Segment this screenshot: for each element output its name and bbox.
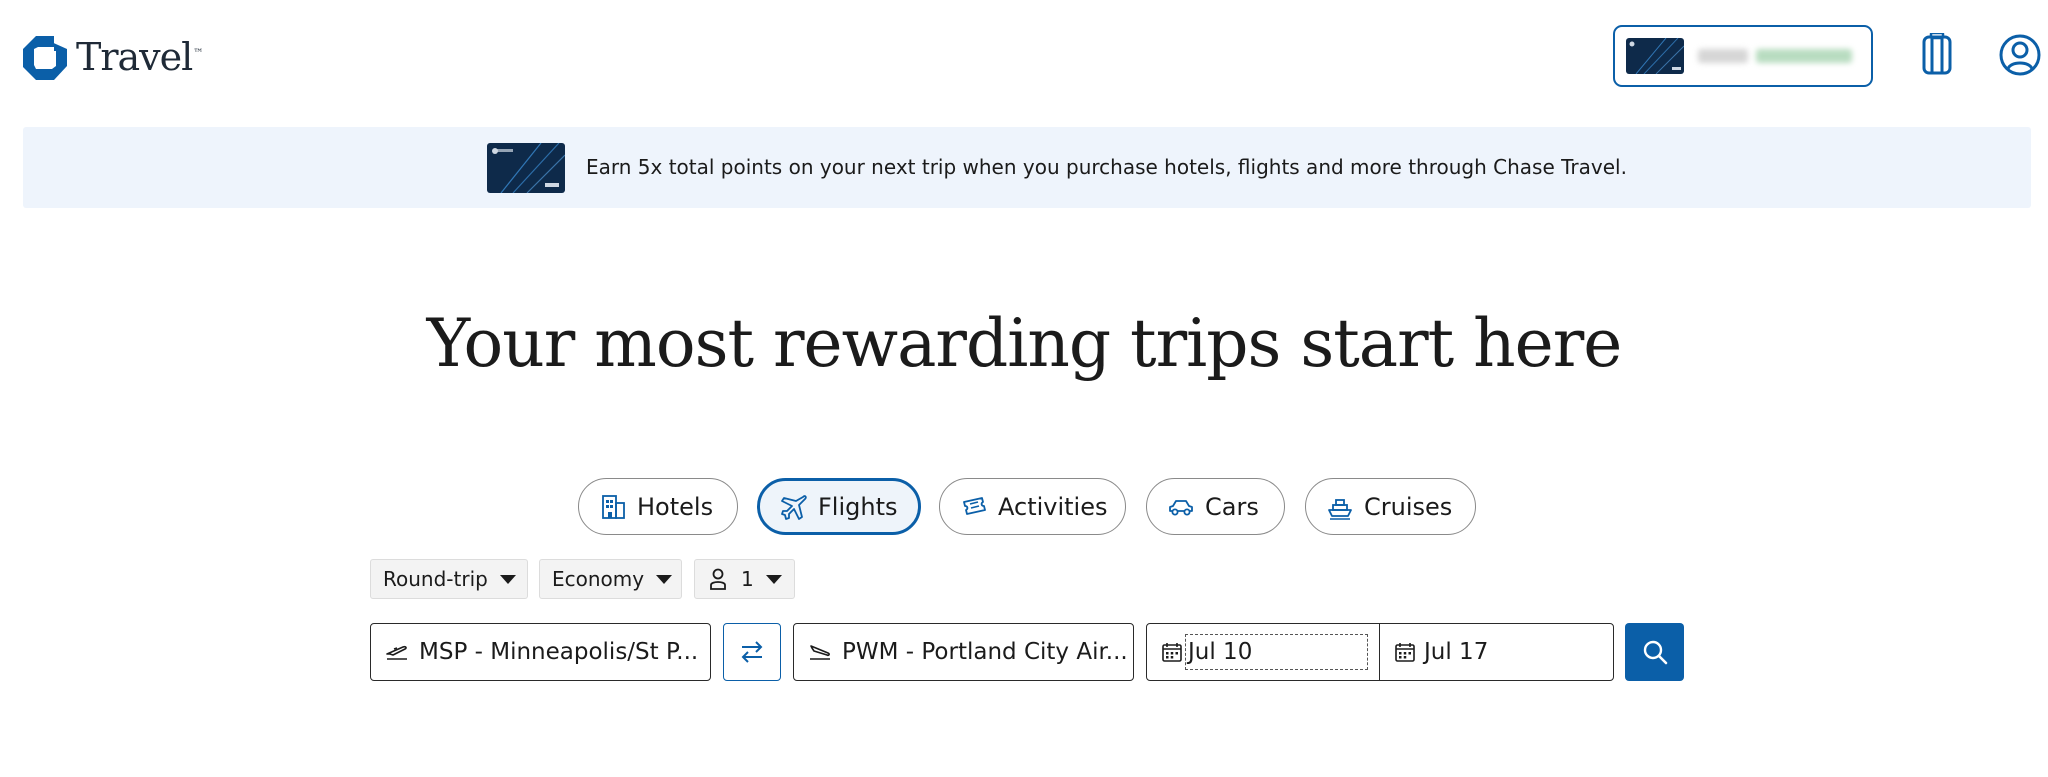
- chase-octagon-icon: [23, 36, 67, 80]
- tab-cars[interactable]: Cars: [1146, 478, 1285, 535]
- depart-date-field[interactable]: Jul 10: [1146, 623, 1380, 681]
- search-button[interactable]: [1625, 623, 1684, 681]
- depart-date-focus: Jul 10: [1185, 634, 1368, 670]
- caret-down-icon: [656, 574, 673, 584]
- return-date-field[interactable]: Jul 17: [1379, 623, 1614, 681]
- credit-card-image: [1626, 38, 1684, 74]
- origin-value: MSP - Minneapolis/St P...: [419, 639, 699, 665]
- header: Travel™: [0, 0, 2048, 118]
- takeoff-icon: [386, 645, 407, 660]
- person-icon: [710, 568, 726, 590]
- luggage-icon[interactable]: [1921, 33, 1953, 75]
- origin-field[interactable]: MSP - Minneapolis/St P...: [370, 623, 711, 681]
- destination-value: PWM - Portland City Air...: [842, 639, 1128, 665]
- account-number-redacted: [1698, 49, 1852, 63]
- tab-label: Hotels: [637, 492, 714, 521]
- swap-arrows-icon: [741, 641, 763, 663]
- ship-icon: [1328, 498, 1352, 520]
- trip-type-value: Round-trip: [383, 567, 488, 591]
- tab-activities[interactable]: Activities: [939, 478, 1126, 535]
- promo-banner: Earn 5x total points on your next trip w…: [23, 127, 2031, 208]
- caret-down-icon: [499, 574, 516, 584]
- travelers-select[interactable]: 1: [694, 559, 795, 599]
- car-icon: [1169, 499, 1193, 515]
- destination-field[interactable]: PWM - Portland City Air...: [793, 623, 1134, 681]
- profile-icon[interactable]: [1998, 33, 2042, 77]
- tab-hotels[interactable]: Hotels: [578, 478, 738, 535]
- caret-down-icon: [765, 574, 782, 584]
- tab-label: Flights: [818, 492, 898, 521]
- chase-travel-logo[interactable]: Travel™: [23, 35, 203, 80]
- tab-label: Cars: [1205, 492, 1259, 521]
- depart-date-value: Jul 10: [1188, 639, 1253, 665]
- tab-label: Activities: [998, 492, 1108, 521]
- hotel-icon: [602, 494, 625, 519]
- tab-label: Cruises: [1364, 492, 1453, 521]
- credit-card-image: [487, 143, 565, 193]
- tab-cruises[interactable]: Cruises: [1305, 478, 1476, 535]
- ticket-icon: [963, 496, 986, 515]
- page-headline: Your most rewarding trips start here: [426, 305, 1623, 382]
- cabin-class-value: Economy: [552, 567, 645, 591]
- tab-flights[interactable]: Flights: [757, 478, 921, 535]
- swap-airports-button[interactable]: [723, 623, 781, 681]
- cabin-class-select[interactable]: Economy: [539, 559, 682, 599]
- plane-icon: [781, 494, 807, 520]
- calendar-icon: [1162, 643, 1182, 662]
- travelers-count: 1: [741, 567, 754, 591]
- trip-type-select[interactable]: Round-trip: [370, 559, 528, 599]
- calendar-icon: [1395, 643, 1415, 662]
- landing-icon: [810, 645, 830, 660]
- logo-text: Travel™: [76, 35, 203, 79]
- promo-text: Earn 5x total points on your next trip w…: [586, 155, 1627, 179]
- search-icon: [1643, 640, 1667, 665]
- return-date-value: Jul 17: [1424, 639, 1489, 665]
- account-card-selector[interactable]: [1613, 25, 1873, 87]
